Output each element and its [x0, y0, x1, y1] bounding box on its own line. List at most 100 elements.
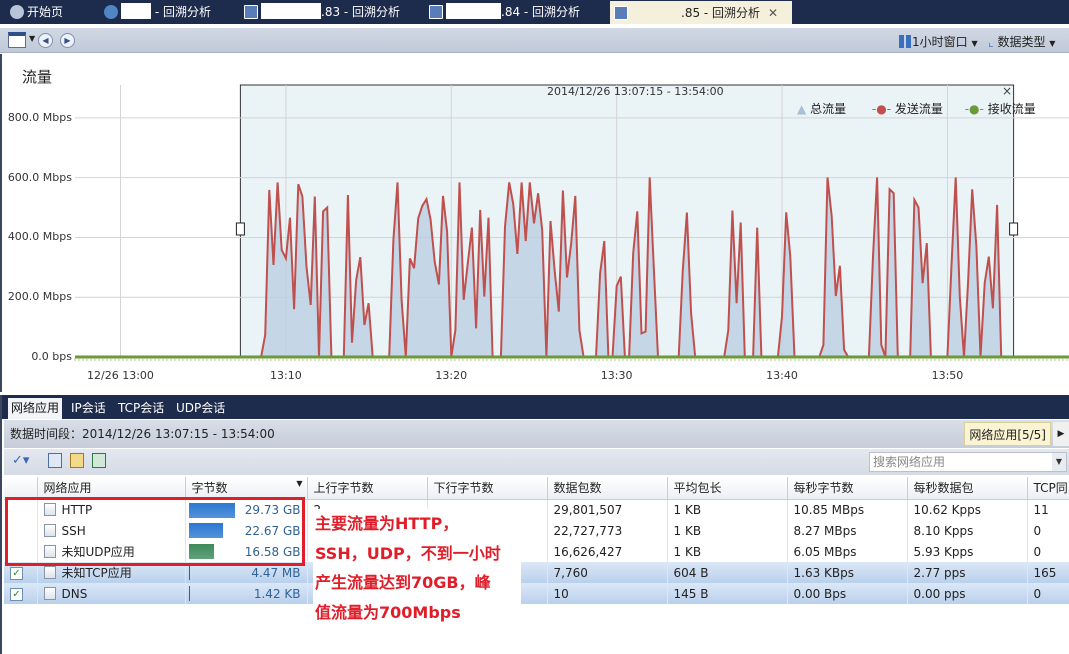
app-icon	[43, 566, 56, 579]
open-folder-icon[interactable]	[70, 453, 84, 468]
highlight-box	[5, 497, 305, 566]
y-tick-label: 400.0 Mbps	[7, 230, 72, 244]
document-tab-bar: 开始页 - 回溯分析 .83 - 回溯分析 .84 - 回溯分析 .85 - 回…	[0, 0, 1069, 24]
packets-per-sec: 10.62 Kpps	[907, 499, 1028, 520]
avg-size: 604 B	[667, 562, 788, 583]
legend-recv-icon: -●-	[964, 102, 984, 116]
bytes-per-sec: 1.63 KBps	[787, 562, 908, 583]
col-app[interactable]: 网络应用	[37, 477, 186, 500]
x-tick-label: 13:20	[435, 369, 468, 382]
packets-per-sec: 5.93 Kpps	[907, 541, 1028, 562]
x-tick-label: 13:10	[270, 369, 302, 382]
col-bytes-per-sec[interactable]: 每秒字节数	[787, 477, 908, 500]
avg-size: 1 KB	[667, 520, 788, 541]
table-header: 网络应用 字节数 ▼ 上行字节数 下行字节数 数据包数 平均包长 每秒字节数 每秒…	[4, 477, 1069, 500]
close-selection-icon[interactable]: ×	[1002, 84, 1012, 98]
bytes-cell: 1.42 KB	[185, 583, 308, 604]
y-tick-label: 0.0 bps	[31, 350, 72, 363]
col-up-bytes[interactable]: 上行字节数	[307, 477, 428, 500]
sort-desc-icon: ▼	[296, 479, 303, 489]
data-type-dropdown[interactable]: ⌞ 数据类型 ▼	[988, 33, 1055, 50]
chart-legend: ▲ 总流量 -●- 发送流量 -●- 接收流量	[797, 102, 1036, 116]
avg-size: 1 KB	[667, 499, 788, 520]
tcp-count: 0	[1027, 520, 1069, 541]
packets: 22,727,773	[547, 520, 668, 541]
tcp-count: 0	[1027, 583, 1069, 604]
packets-per-sec: 2.77 pps	[907, 562, 1028, 583]
close-tab-icon[interactable]: ✕	[768, 6, 778, 20]
data-period: 数据时间段：2014/12/26 13:07:15 - 13:54:00	[10, 427, 275, 441]
bytes-per-sec: 10.85 MBps	[787, 499, 908, 520]
col-packets-per-sec[interactable]: 每秒数据包	[907, 477, 1028, 500]
col-tcp[interactable]: TCP同	[1027, 477, 1069, 500]
x-tick-label: 13:30	[600, 369, 633, 382]
probe-icon	[429, 5, 443, 19]
tab-replay-85[interactable]: .85 - 回溯分析 ✕	[610, 1, 792, 24]
next-arrow-icon[interactable]: ▶	[1053, 422, 1069, 446]
col-packets[interactable]: 数据包数	[547, 477, 668, 500]
bytes-per-sec: 6.05 MBps	[787, 541, 908, 562]
bytes-per-sec: 8.27 MBps	[787, 520, 908, 541]
tab-network-apps[interactable]: 网络应用	[8, 398, 63, 419]
legend-send-icon: -●-	[871, 102, 892, 116]
grid-icon	[899, 35, 912, 48]
packets-per-sec: 0.00 pps	[907, 583, 1028, 604]
row-checkbox[interactable]: ✓	[10, 588, 23, 601]
annotation-note: 主要流量为HTTP， SSH，UDP，不到一小时 产生流量达到70GB，峰 值流…	[313, 509, 521, 627]
chevron-down-icon[interactable]: ▼	[29, 34, 35, 43]
packets-per-sec: 8.10 Kpps	[907, 520, 1028, 541]
export-icon[interactable]	[48, 453, 62, 468]
table-toolbar: ✓▾ 搜索网络应用 ▼	[4, 449, 1069, 475]
time-window-dropdown[interactable]: 1小时窗口 ▼	[899, 33, 978, 50]
tab-replay-83[interactable]: .83 - 回溯分析	[240, 0, 420, 24]
y-tick-label: 600.0 Mbps	[7, 170, 72, 184]
tab-ip-sessions[interactable]: IP会话	[68, 398, 109, 419]
probe-icon	[244, 5, 258, 19]
table-row[interactable]: ✓DNS1.42 KB110145 B0.00 Bps0.00 pps0	[4, 583, 1069, 604]
avg-size: 145 B	[667, 583, 788, 604]
col-bytes[interactable]: 字节数 ▼	[185, 477, 308, 500]
packets: 16,626,427	[547, 541, 668, 562]
x-tick-label: 13:40	[766, 369, 798, 382]
tab-replay-1[interactable]: - 回溯分析	[100, 0, 235, 24]
excel-export-icon[interactable]	[92, 453, 106, 468]
globe-icon	[104, 5, 118, 19]
packets: 7,760	[547, 562, 668, 583]
tab-udp-sessions[interactable]: UDP会话	[173, 398, 228, 419]
tab-start-page[interactable]: 开始页	[6, 0, 96, 24]
period-bar: 数据时间段：2014/12/26 13:07:15 - 13:54:00 网络应…	[4, 420, 1069, 448]
app-name: DNS	[37, 583, 186, 604]
y-tick-label: 200.0 Mbps	[7, 290, 72, 304]
detail-tabs: 网络应用 IP会话 TCP会话 UDP会话	[2, 395, 1069, 419]
tab-replay-84[interactable]: .84 - 回溯分析	[425, 0, 605, 24]
probe-icon	[614, 6, 628, 20]
tcp-count: 11	[1027, 499, 1069, 520]
traffic-chart-panel: 流量 0.0 bps 200.0 Mbps 400.0 Mbps 600.0 Mbps…	[0, 54, 1069, 392]
x-tick-label: 12/26 13:00	[87, 369, 154, 382]
col-down-bytes[interactable]: 下行字节数	[427, 477, 548, 500]
avg-size: 1 KB	[667, 541, 788, 562]
search-input[interactable]: 搜索网络应用 ▼	[869, 452, 1067, 472]
clock-icon	[10, 5, 24, 19]
packets: 29,801,507	[547, 499, 668, 520]
packets: 10	[547, 583, 668, 604]
col-avg-size[interactable]: 平均包长	[667, 477, 788, 500]
app-count-button[interactable]: 网络应用[5/5]	[964, 422, 1051, 446]
tcp-count: 0	[1027, 541, 1069, 562]
tcp-count: 165	[1027, 562, 1069, 583]
y-tick-label: 800.0 Mbps	[7, 110, 72, 124]
row-checkbox[interactable]: ✓	[10, 567, 23, 580]
chevron-down-icon[interactable]: ▼	[1052, 453, 1066, 471]
previous-button[interactable]: ◀	[38, 33, 53, 48]
x-tick-label: 13:50	[931, 369, 964, 382]
top-filter-icon[interactable]: ✓▾	[12, 453, 29, 468]
chart-toolbar: ▼ ◀ ▶ 1小时窗口 ▼ ⌞ 数据类型 ▼	[0, 28, 1069, 53]
app-icon	[43, 586, 56, 600]
next-button[interactable]: ▶	[60, 33, 75, 48]
tab-tcp-sessions[interactable]: TCP会话	[115, 398, 167, 419]
bytes-per-sec: 0.00 Bps	[787, 583, 908, 604]
chart-icon: ⌞	[988, 35, 994, 49]
calendar-icon[interactable]	[8, 32, 26, 48]
selection-range-label: 2014/12/26 13:07:15 - 13:54:00	[547, 85, 724, 98]
legend-total-icon: ▲	[797, 102, 807, 116]
